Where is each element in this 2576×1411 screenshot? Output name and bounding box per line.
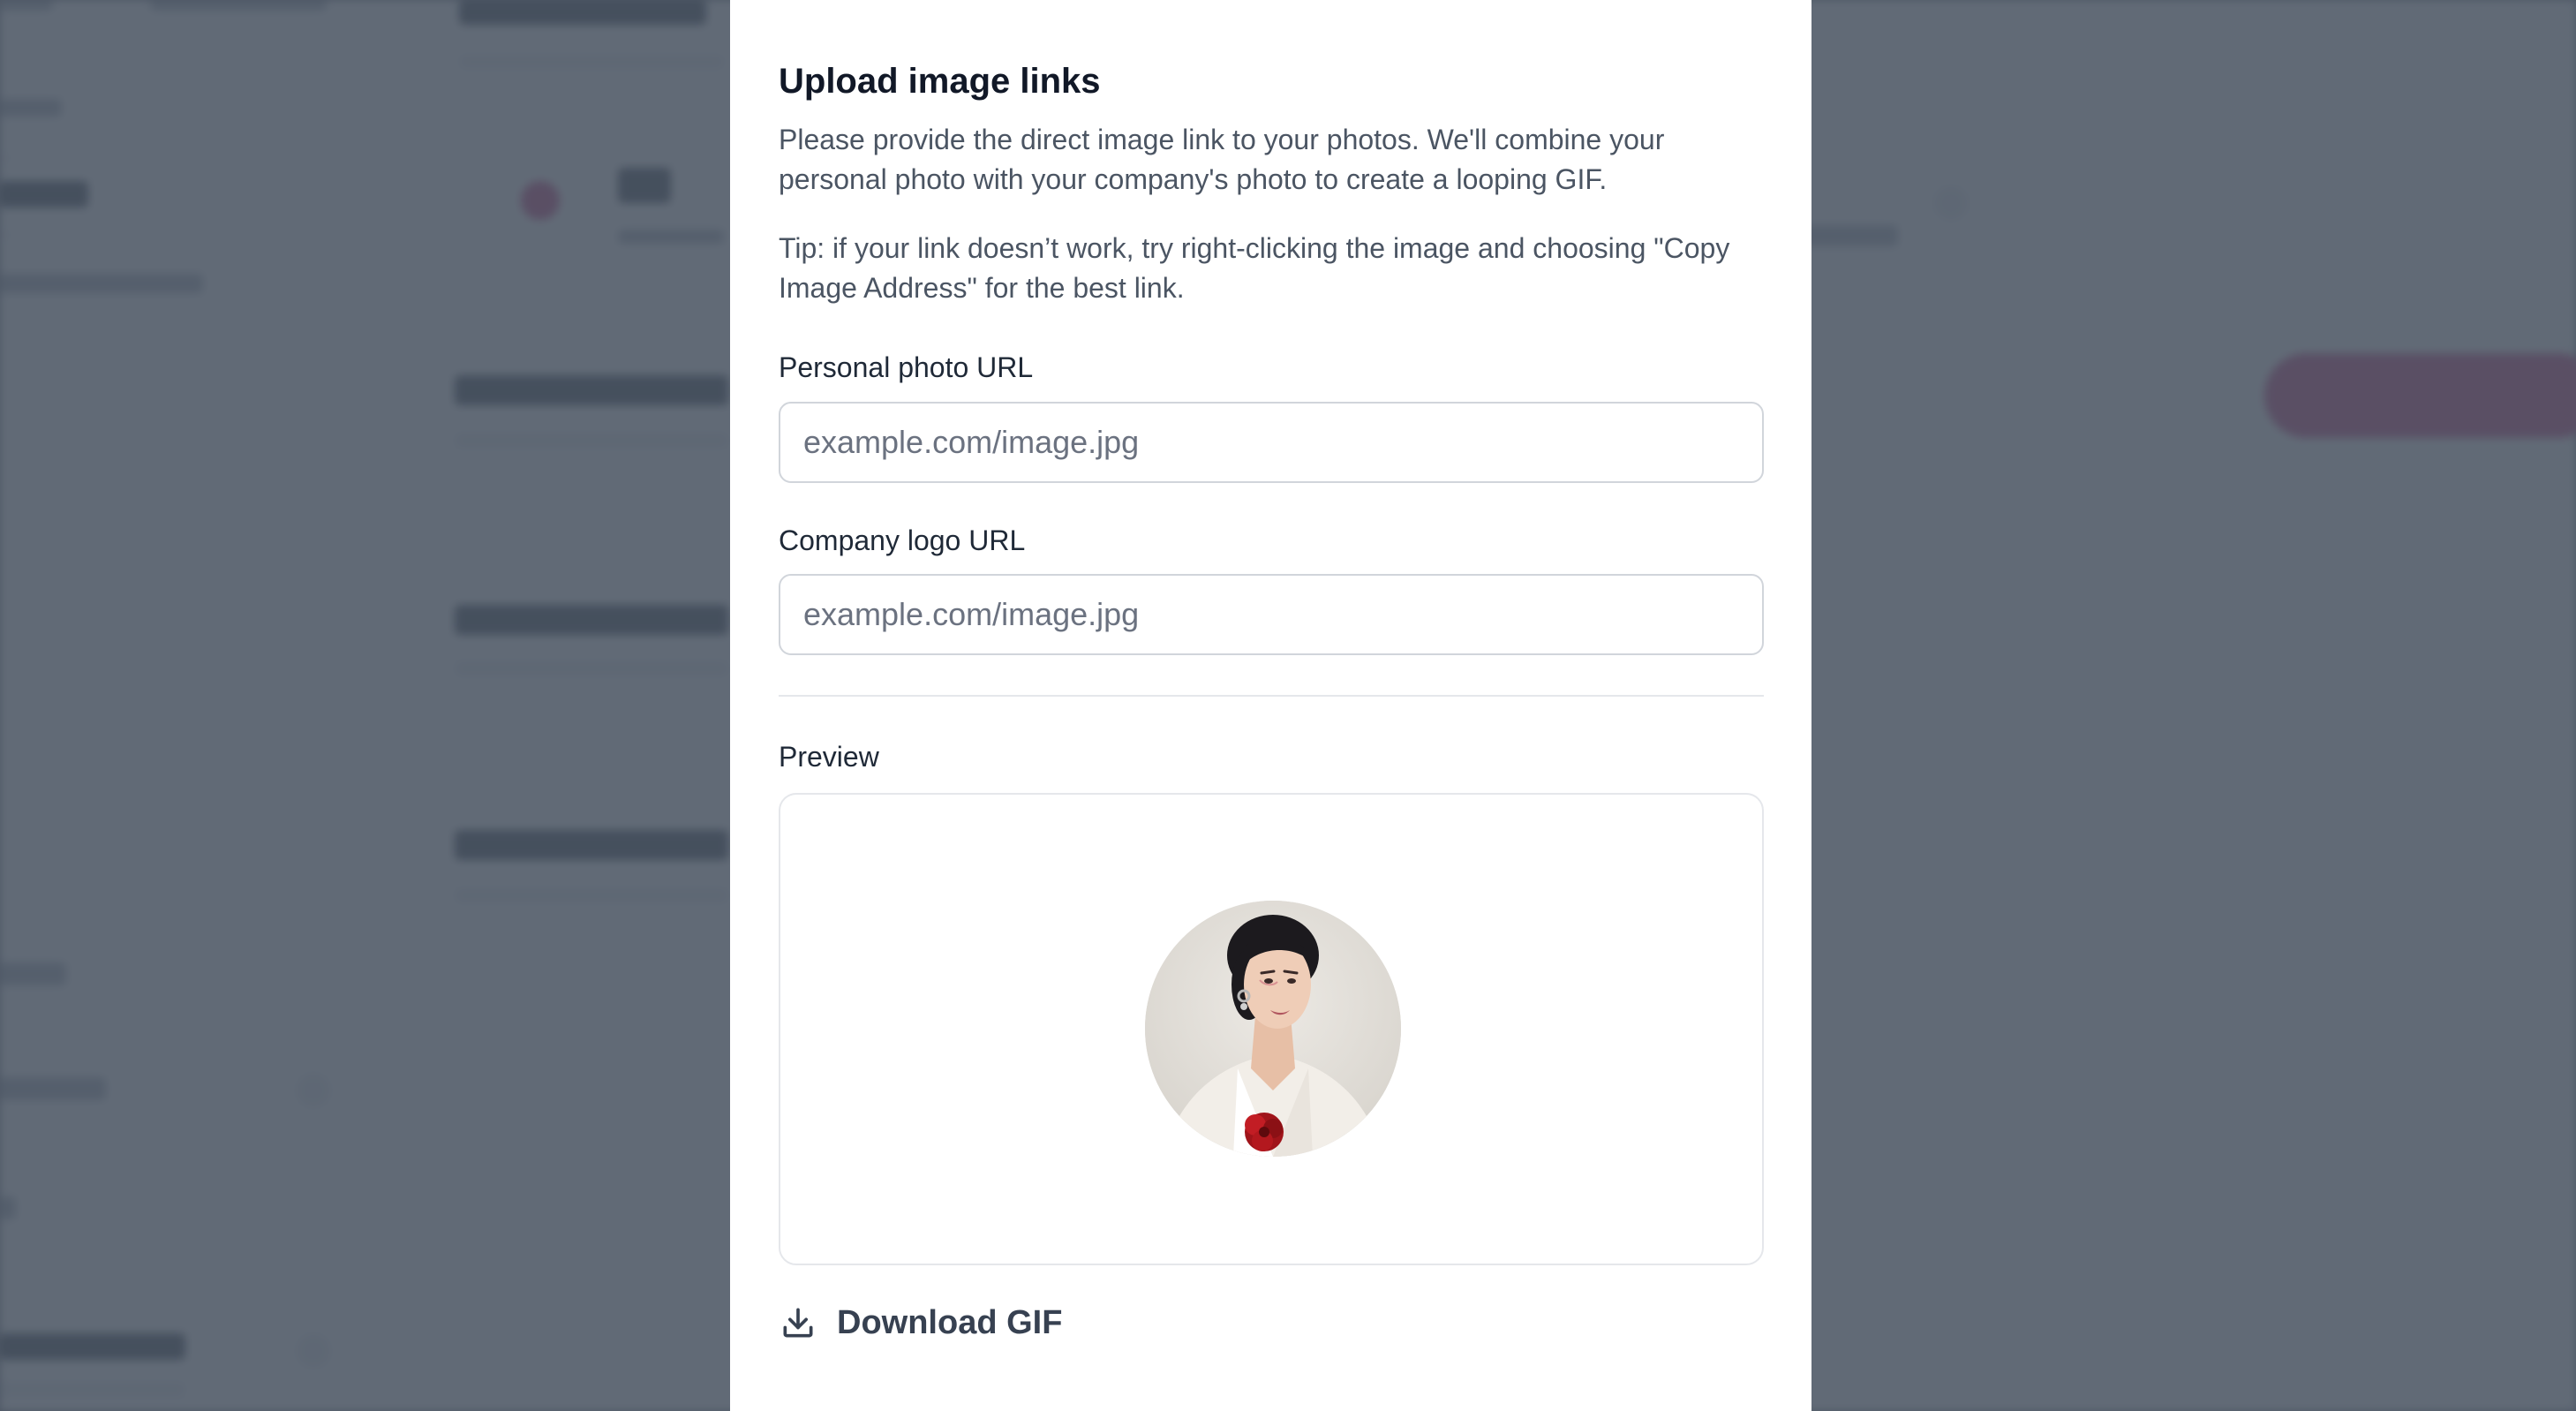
- upload-image-links-dialog: Upload image links Please provide the di…: [730, 0, 1811, 1411]
- preview-portrait-image: [1145, 901, 1401, 1157]
- company-logo-url-input[interactable]: [779, 574, 1764, 655]
- dialog-title: Upload image links: [779, 62, 1101, 101]
- company-logo-label: Company logo URL: [779, 524, 1026, 556]
- personal-photo-label: Personal photo URL: [779, 351, 1034, 383]
- dialog-description: Please provide the direct image link to …: [779, 124, 1665, 195]
- portrait-photo: [1145, 901, 1401, 1157]
- divider: [779, 695, 1764, 697]
- download-icon: [783, 1308, 813, 1338]
- download-gif-label: Download GIF: [837, 1303, 1063, 1341]
- dialog-tip: Tip: if your link doesn’t work, try righ…: [779, 232, 1730, 304]
- personal-photo-url-input[interactable]: [779, 402, 1764, 483]
- preview-panel: [779, 793, 1764, 1265]
- download-gif-button[interactable]: Download GIF: [779, 1298, 1062, 1347]
- preview-label: Preview: [779, 741, 879, 773]
